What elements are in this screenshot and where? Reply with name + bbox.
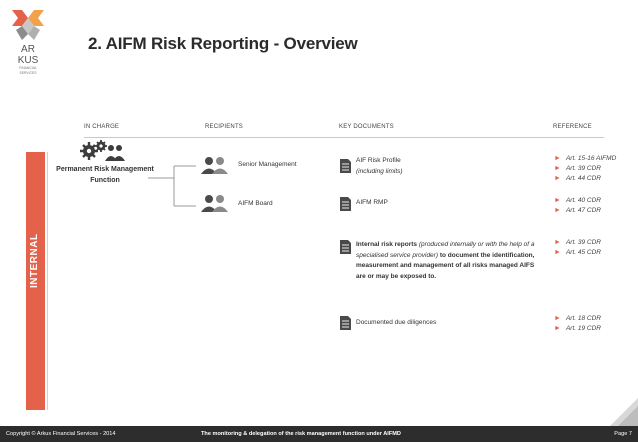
reference-item: ► Art. 39 CDR — [554, 239, 601, 246]
document-icon — [340, 316, 351, 330]
svg-text:FINANCIAL: FINANCIAL — [19, 66, 37, 70]
arrow-icon: ► — [554, 249, 561, 256]
reference-item: ► Art. 47 CDR — [554, 207, 601, 214]
header-divider — [84, 137, 604, 138]
risk-team-gears-icon — [80, 139, 126, 165]
section-divider — [47, 152, 48, 410]
svg-text:KUS: KUS — [18, 55, 39, 66]
reference-list: ► Art. 39 CDR ► Art. 45 CDR — [554, 238, 601, 258]
doc-title: AIF Risk Profile — [356, 157, 401, 164]
reference-item: ► Art. 44 CDR — [554, 175, 601, 182]
doc-aif-risk-profile: AIF Risk Profile (including limits) — [356, 156, 536, 177]
arrow-icon: ► — [554, 155, 561, 162]
senior-management-people-icon — [201, 156, 229, 174]
arrow-icon: ► — [554, 325, 561, 332]
doc-title: AIFM RMP — [356, 199, 388, 206]
reference-item: ► Art. 18 CDR — [554, 315, 601, 322]
svg-text:SERVICES: SERVICES — [19, 71, 37, 75]
arrow-icon: ► — [554, 207, 561, 214]
column-header-in-charge: IN CHARGE — [84, 124, 120, 130]
in-charge-label: Permanent Risk Management Function — [56, 166, 154, 184]
doc-title: Internal risk reports — [356, 241, 418, 248]
corner-chevron-decoration — [608, 398, 638, 426]
reference-item: ► Art. 15-16 AIFMD — [554, 155, 617, 162]
internal-section-label: INTERNAL — [29, 233, 40, 288]
arrow-icon: ► — [554, 239, 561, 246]
arrow-icon: ► — [554, 315, 561, 322]
reference-item: ► Art. 39 CDR — [554, 165, 601, 172]
svg-text:AR: AR — [21, 44, 35, 55]
document-icon — [340, 159, 351, 173]
footer-bar: Copyright © Arkus Financial Services - 2… — [0, 426, 638, 442]
doc-due-diligences: Documented due diligences — [356, 318, 536, 329]
doc-aifm-rmp: AIFM RMP — [356, 198, 536, 209]
doc-internal-risk-reports: Internal risk reports (produced internal… — [356, 240, 536, 282]
reference-item: ► Art. 19 CDR — [554, 325, 601, 332]
reference-list: ► Art. 15-16 AIFMD ► Art. 39 CDR ► Art. 44 … — [554, 154, 616, 184]
arrow-icon: ► — [554, 197, 561, 204]
arrow-icon: ► — [554, 175, 561, 182]
footer-page-number: Page 7 — [614, 431, 632, 437]
doc-title: Documented due diligences — [356, 319, 437, 326]
reference-item: ► Art. 40 CDR — [554, 197, 601, 204]
arrow-icon: ► — [554, 165, 561, 172]
document-icon — [340, 197, 351, 211]
footer-copyright: Copyright © Arkus Financial Services - 2… — [6, 431, 116, 437]
arkus-logo: AR KUS FINANCIAL SERVICES — [6, 8, 50, 78]
doc-subtitle: (including limits) — [356, 167, 403, 175]
reference-list: ► Art. 18 CDR ► Art. 19 CDR — [554, 314, 601, 334]
column-header-reference: REFERENCE — [553, 124, 592, 130]
aifm-board-people-icon — [201, 194, 229, 212]
document-icon — [340, 240, 351, 254]
recipient-senior-management: Senior Management — [238, 161, 297, 168]
column-header-key-documents: KEY DOCUMENTS — [339, 124, 394, 130]
footer-subject: The monitoring & delegation of the risk … — [201, 431, 401, 437]
reference-item: ► Art. 45 CDR — [554, 249, 601, 256]
slide-title: 2. AIFM Risk Reporting - Overview — [88, 34, 358, 53]
recipient-connector — [148, 162, 198, 210]
recipient-aifm-board: AIFM Board — [238, 200, 273, 207]
column-header-recipients: RECIPIENTS — [205, 124, 244, 130]
reference-list: ► Art. 40 CDR ► Art. 47 CDR — [554, 196, 601, 216]
